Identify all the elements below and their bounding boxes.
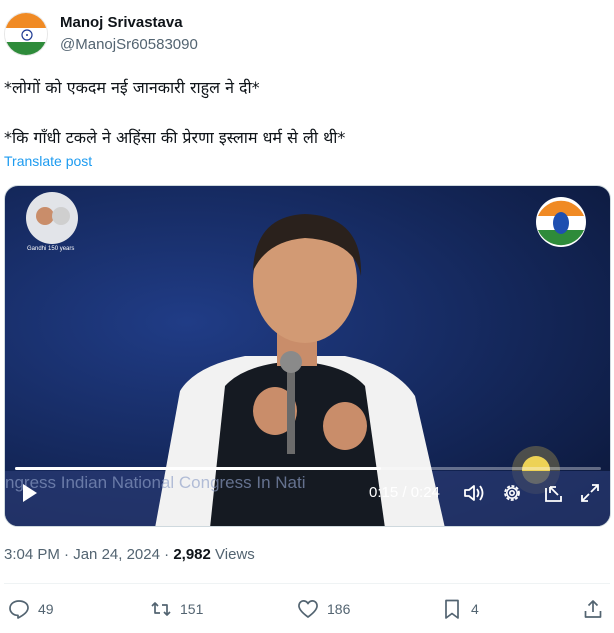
reply-count: 49 bbox=[38, 601, 54, 617]
tweet-text-line-1: *लोगों को एकदम नई जानकारी राहुल ने दी* bbox=[4, 78, 260, 97]
play-icon bbox=[23, 484, 37, 502]
pop-out-button[interactable] bbox=[539, 476, 569, 510]
video-progress-fill bbox=[15, 467, 382, 470]
pop-out-icon bbox=[545, 486, 562, 502]
views-label: Views bbox=[215, 546, 255, 563]
expand-icon bbox=[581, 484, 599, 502]
fullscreen-button[interactable] bbox=[575, 476, 605, 510]
avatar[interactable] bbox=[4, 12, 48, 56]
play-button[interactable] bbox=[13, 476, 47, 510]
meta-separator: · bbox=[64, 546, 70, 563]
divider bbox=[4, 583, 610, 584]
settings-button[interactable] bbox=[497, 476, 527, 510]
tweet-text-line-2: *कि गाँधी टकले ने अहिंसा की प्रेरणा इस्ल… bbox=[4, 128, 346, 147]
like-button[interactable]: 186 bbox=[297, 596, 350, 622]
reply-button[interactable]: 49 bbox=[8, 596, 54, 622]
video-badge-text: Gandhi 150 years bbox=[27, 246, 74, 252]
action-bar: 49 151 186 4 bbox=[0, 596, 614, 622]
reply-icon bbox=[9, 600, 29, 619]
heart-icon bbox=[298, 600, 318, 618]
repost-count: 151 bbox=[180, 601, 204, 617]
volume-icon bbox=[464, 485, 484, 501]
tweet-meta: 3:04 PM · Jan 24, 2024 · 2,982 Views bbox=[4, 546, 255, 563]
video-time: 0:15 / 0:24 bbox=[369, 484, 440, 501]
video-progress-bar[interactable] bbox=[15, 467, 601, 470]
views-count: 2,982 bbox=[173, 546, 211, 563]
bookmark-count: 4 bbox=[471, 601, 479, 617]
bookmark-icon bbox=[445, 599, 459, 619]
video-controls: 0:15 / 0:24 bbox=[5, 476, 610, 516]
like-count: 186 bbox=[327, 601, 351, 617]
gear-icon bbox=[504, 485, 520, 501]
repost-icon bbox=[151, 602, 171, 616]
meta-separator: · bbox=[164, 546, 170, 563]
bookmark-button[interactable]: 4 bbox=[441, 596, 479, 622]
video-player[interactable]: Gandhi 150 years ngress Indian National … bbox=[4, 185, 611, 527]
tweet-time[interactable]: 3:04 PM bbox=[4, 546, 60, 563]
share-button[interactable] bbox=[582, 596, 612, 622]
volume-button[interactable] bbox=[459, 476, 489, 510]
author-display-name[interactable]: Manoj Srivastava bbox=[60, 14, 183, 31]
share-icon bbox=[584, 600, 602, 618]
translate-post-link[interactable]: Translate post bbox=[4, 153, 92, 169]
tweet-date[interactable]: Jan 24, 2024 bbox=[73, 546, 160, 563]
author-handle[interactable]: @ManojSr60583090 bbox=[60, 36, 198, 53]
repost-button[interactable]: 151 bbox=[150, 596, 203, 622]
